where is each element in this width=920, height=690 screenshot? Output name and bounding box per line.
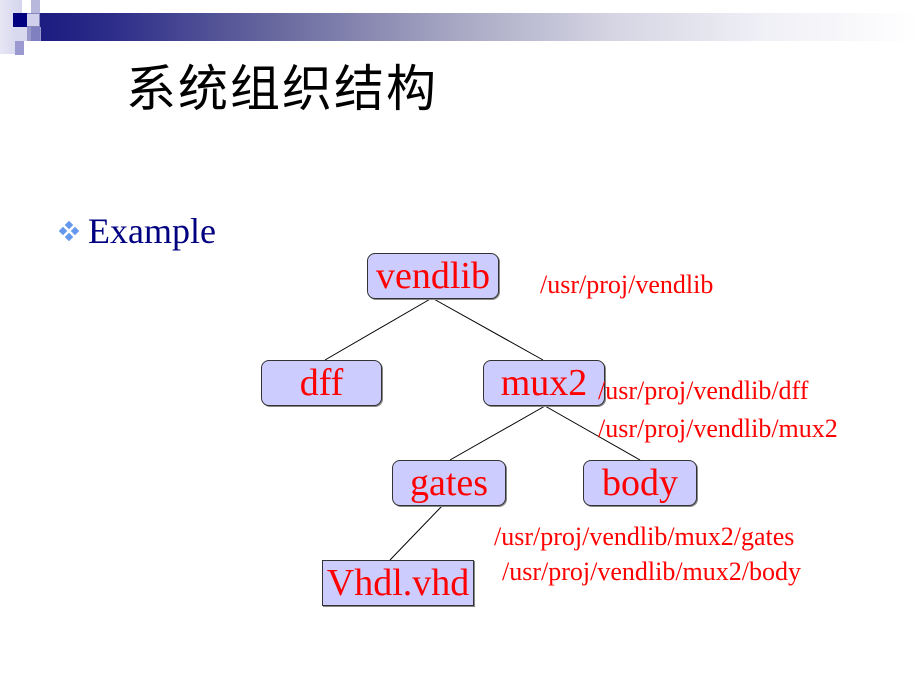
tree-node-vendlib[interactable]: vendlib [367,253,499,299]
edge-mux2-gates [449,405,546,461]
path-label-gates: /usr/proj/vendlib/mux2/gates [494,522,795,551]
path-label-vendlib: /usr/proj/vendlib [540,270,714,299]
path-label-body: /usr/proj/vendlib/mux2/body [502,557,801,586]
tree-node-gates[interactable]: gates [392,460,506,506]
tree-node-dff[interactable]: dff [261,360,382,406]
tree-node-vhdl-file[interactable]: Vhdl.vhd [322,560,474,606]
tree-node-body[interactable]: body [583,460,697,506]
tree-node-mux2[interactable]: mux2 [483,360,605,406]
path-label-dff: /usr/proj/vendlib/dff [598,376,809,405]
edge-gates-vhdl [389,505,443,561]
edge-vendlib-dff [324,297,433,361]
edge-vendlib-mux2 [431,297,544,361]
path-label-mux2: /usr/proj/vendlib/mux2 [598,414,838,443]
